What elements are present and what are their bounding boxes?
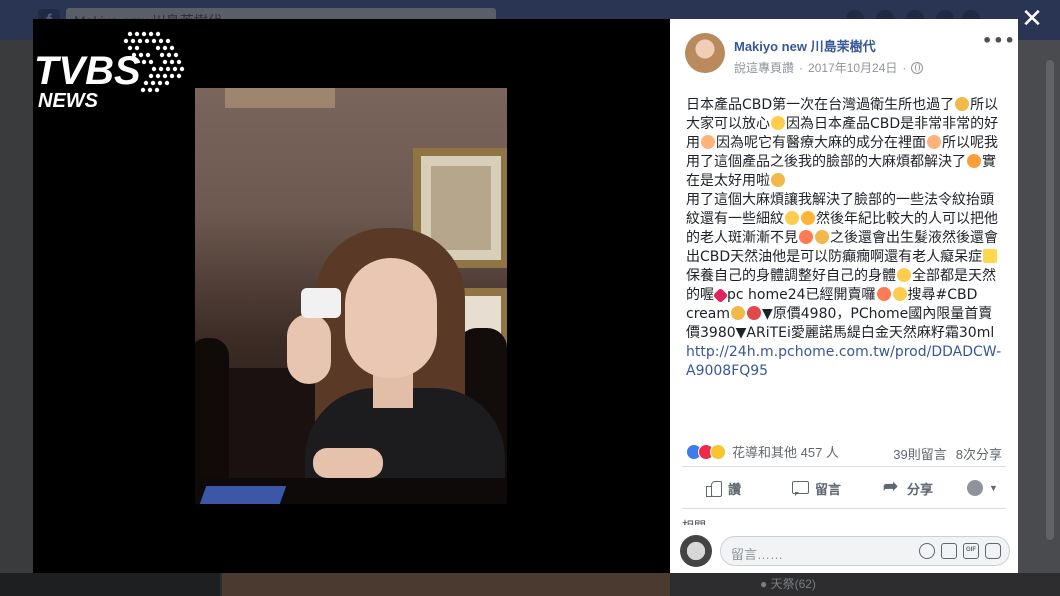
globe-icon[interactable] xyxy=(911,61,924,74)
background-sidebar xyxy=(0,573,220,596)
background-photo xyxy=(222,573,670,596)
party-emoji-icon xyxy=(955,97,970,111)
avatar[interactable] xyxy=(685,33,725,73)
news-logo-text: NEWS xyxy=(38,90,99,110)
divider xyxy=(682,508,1006,509)
page-name-link[interactable]: Makiyo new 川島茉樹代 xyxy=(734,36,876,55)
party-emoji-icon xyxy=(771,173,785,187)
post-actions: 讚 留言 分享 ▼ xyxy=(682,471,1006,505)
more-icon[interactable]: ••• xyxy=(982,33,1015,51)
sweat-smile-emoji-icon xyxy=(771,116,785,130)
chevron-down-icon: ▼ xyxy=(989,483,998,493)
user-avatar[interactable] xyxy=(680,535,712,567)
reactions-summary[interactable]: 花導和其他 457 人 xyxy=(686,442,839,461)
comment-input[interactable]: 留言…… GIF xyxy=(720,536,1010,566)
shares-count[interactable]: 8次分享 xyxy=(956,447,1002,462)
post-date[interactable]: 2017年10月24日 xyxy=(808,59,897,76)
comment-icon xyxy=(791,479,810,497)
like-icon xyxy=(704,479,722,497)
reactions-label[interactable]: 花導和其他 457 人 xyxy=(732,442,839,461)
meta-separator: · xyxy=(902,60,907,75)
party-emoji-icon xyxy=(815,230,829,244)
like-page-link[interactable]: 說這專頁讚 xyxy=(734,59,794,76)
tada-emoji-icon xyxy=(967,154,981,168)
heart-eyes-emoji-icon xyxy=(876,287,891,301)
anger-emoji-icon xyxy=(746,306,761,320)
sweat-smile-emoji-icon xyxy=(897,268,911,282)
tvbs-news-logo: TVBS NEWS xyxy=(34,31,185,110)
comment-composer: 留言…… GIF xyxy=(680,533,1010,569)
composer-icons: GIF xyxy=(919,543,1001,559)
woman-emoji-icon xyxy=(927,135,941,149)
comment-placeholder: 留言…… xyxy=(731,547,784,562)
tvbs-logo-text: TVBS xyxy=(34,49,141,93)
comment-button[interactable]: 留言 xyxy=(791,479,841,498)
sticker-icon[interactable] xyxy=(985,543,1001,559)
audience-selector[interactable]: ▼ xyxy=(967,480,998,496)
like-button[interactable]: 讚 xyxy=(704,479,741,498)
heart-eyes-emoji-icon xyxy=(799,230,813,244)
meta-separator: · xyxy=(799,60,804,75)
share-button[interactable]: 分享 xyxy=(883,476,933,498)
emoji-icon[interactable] xyxy=(919,543,935,559)
divider xyxy=(682,466,1006,467)
post-meta: 說這專頁讚 · 2017年10月24日 · xyxy=(734,59,924,76)
heart-emoji-icon xyxy=(712,287,729,304)
post-text: 日本產品CBD第一次在台灣過衛生所也過了 所以大家可以放心 因為日本產品CBD是非常… xyxy=(686,97,1002,379)
gif-icon[interactable]: GIF xyxy=(963,543,979,559)
close-icon[interactable]: ✕ xyxy=(1019,6,1045,32)
audience-icon xyxy=(967,480,984,496)
comments-count[interactable]: 39則留言 xyxy=(893,447,946,462)
engagement-counts: 39則留言 8次分享 xyxy=(893,444,1002,463)
party-emoji-icon xyxy=(730,306,745,320)
sparkles-emoji-icon xyxy=(983,249,998,263)
scrollbar[interactable] xyxy=(1046,60,1054,540)
share-icon xyxy=(883,476,901,497)
related-label[interactable]: 相關 xyxy=(682,517,706,525)
woman-emoji-icon xyxy=(701,135,715,149)
kiss-emoji-icon xyxy=(801,211,815,225)
background-comments-hint: ● 天祭(62) xyxy=(760,577,816,591)
product-link[interactable]: http://24h.m.pchome.com.tw/prod/DDADCW-A… xyxy=(686,344,1001,379)
post-photo[interactable] xyxy=(195,88,507,504)
wink-emoji-icon xyxy=(785,211,799,225)
post-panel: Makiyo new 川島茉樹代 說這專頁讚 · 2017年10月24日 · •… xyxy=(670,19,1018,573)
sweat-smile-emoji-icon xyxy=(892,287,907,301)
camera-icon[interactable] xyxy=(941,543,957,559)
wow-reaction-icon xyxy=(710,443,726,460)
